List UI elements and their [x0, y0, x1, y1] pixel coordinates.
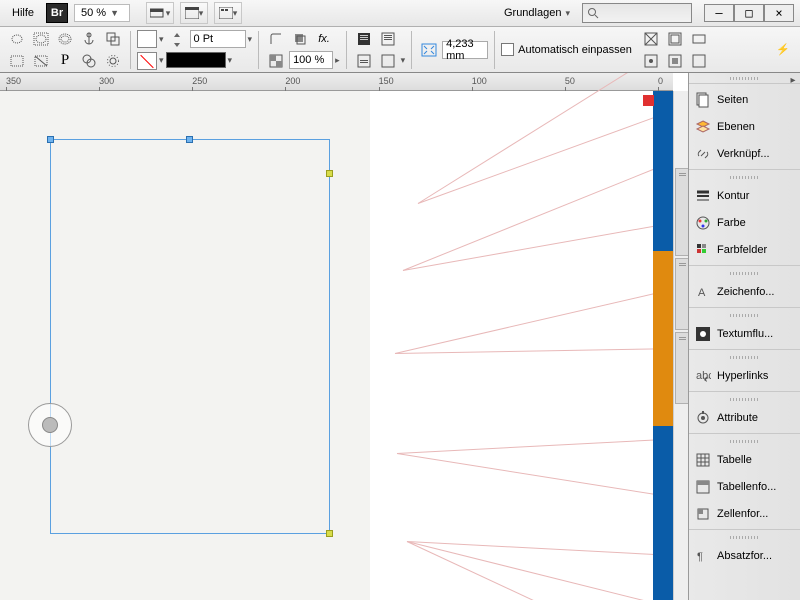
overset-marker[interactable] — [643, 95, 654, 106]
orange-strip — [653, 251, 673, 426]
panel-flyout-icon[interactable]: ▸ — [786, 73, 800, 87]
svg-text:¶: ¶ — [697, 551, 703, 563]
wrap-jump-icon[interactable] — [6, 51, 28, 71]
clear-fit-icon[interactable] — [688, 51, 710, 71]
pathfinder-icon[interactable] — [102, 29, 124, 49]
dropcap-icon[interactable]: P — [54, 51, 76, 71]
attr-icon — [695, 410, 711, 426]
links-icon — [695, 146, 711, 162]
text-frame4-icon[interactable] — [377, 51, 399, 71]
view-options-button[interactable]: ▾ — [214, 2, 242, 24]
table-icon — [695, 452, 711, 468]
panel-cell[interactable]: Zellenfor... — [689, 500, 800, 527]
selection-box[interactable] — [50, 139, 330, 534]
pages-icon — [695, 92, 711, 108]
panel-char[interactable]: AZeichenfo... — [689, 278, 800, 305]
wrap-none-icon[interactable] — [6, 29, 28, 49]
horizontal-ruler: 350300250200150100500 — [0, 73, 673, 91]
panel-swatches[interactable]: Farbfelder — [689, 236, 800, 263]
hyper-icon: abc — [695, 368, 711, 384]
panel-tstyle[interactable]: Tabellenfo... — [689, 473, 800, 500]
panel-pages[interactable]: Seiten — [689, 86, 800, 113]
work-area: 350300250200150100500 ▸ SeitenE — [0, 73, 800, 600]
quick-apply-icon[interactable]: ⚡ — [772, 40, 794, 60]
swatches-icon — [695, 242, 711, 258]
text-frame3-icon[interactable] — [353, 51, 375, 71]
opacity-icon[interactable] — [265, 51, 287, 71]
wrap-icon — [695, 326, 711, 342]
menu-help[interactable]: Hilfe — [6, 4, 40, 22]
dock-tab-2[interactable] — [675, 258, 688, 330]
panel-attr[interactable]: Attribute — [689, 404, 800, 431]
svg-text:abc: abc — [696, 370, 711, 382]
wrap-bbox-icon[interactable] — [30, 29, 52, 49]
cell-icon — [695, 506, 711, 522]
panel-wrap[interactable]: Textumflu... — [689, 320, 800, 347]
search-icon — [587, 7, 599, 19]
para-icon: ¶ — [695, 548, 711, 564]
panels-dock: ▸ SeitenEbenenVerknüpf... KonturFarbeFarb… — [688, 73, 800, 600]
anchor-icon[interactable] — [78, 29, 100, 49]
control-bar: P ▾ 0 Pt ▾ ▾ ▾ fx. — [0, 27, 800, 73]
stepper-icon[interactable] — [166, 30, 188, 50]
stroke-icon — [695, 188, 711, 204]
size-input[interactable]: 4,233 mm — [442, 41, 488, 59]
gear-icon[interactable] — [102, 51, 124, 71]
zoom-combo[interactable]: 50 %▼ — [74, 4, 130, 22]
menu-bar: Hilfe Br 50 %▼ ▾ ▾ ▾ Grundlagen▾ — □ × — [0, 0, 800, 27]
svg-text:A: A — [698, 287, 706, 299]
panel-para[interactable]: ¶Absatzfor... — [689, 542, 800, 569]
bridge-button[interactable]: Br — [46, 3, 68, 23]
layers-icon — [695, 119, 711, 135]
fit-icon[interactable] — [418, 40, 440, 60]
arrange-button[interactable]: ▾ — [180, 2, 208, 24]
dock-tab-3[interactable] — [675, 332, 688, 404]
text-frame2-icon[interactable] — [377, 29, 399, 49]
panel-layers[interactable]: Ebenen — [689, 113, 800, 140]
maximize-button[interactable]: □ — [734, 4, 764, 22]
search-input[interactable] — [582, 3, 692, 23]
wrap-shape-icon[interactable] — [54, 29, 76, 49]
fit-content-icon[interactable] — [640, 29, 662, 49]
screen-mode-button[interactable]: ▾ — [146, 2, 174, 24]
fit-prop-icon[interactable] — [688, 29, 710, 49]
char-icon: A — [695, 284, 711, 300]
dock-tab-1[interactable] — [675, 168, 688, 256]
corner-icon[interactable] — [265, 29, 287, 49]
tstyle-icon — [695, 479, 711, 495]
color-icon — [695, 215, 711, 231]
minimize-button[interactable]: — — [704, 4, 734, 22]
center-icon[interactable] — [640, 51, 662, 71]
fit-frame-icon[interactable] — [664, 29, 686, 49]
pathfinder2-icon[interactable] — [78, 51, 100, 71]
canvas[interactable]: 350300250200150100500 — [0, 73, 688, 600]
panel-stroke[interactable]: Kontur — [689, 182, 800, 209]
stroke-swatch[interactable] — [137, 52, 157, 70]
panel-links[interactable]: Verknüpf... — [689, 140, 800, 167]
fx-icon[interactable]: fx. — [313, 29, 335, 49]
close-button[interactable]: × — [764, 4, 794, 22]
autofit-checkbox[interactable]: Automatisch einpassen — [501, 43, 632, 56]
opacity-input[interactable]: 100 % — [289, 51, 333, 69]
stroke-weight-input[interactable]: 0 Pt — [190, 30, 246, 48]
panel-color[interactable]: Farbe — [689, 209, 800, 236]
stroke-style[interactable] — [166, 52, 226, 68]
panel-hyper[interactable]: abcHyperlinks — [689, 362, 800, 389]
cursor-indicator — [28, 403, 72, 447]
panel-table[interactable]: Tabelle — [689, 446, 800, 473]
workspace-switcher[interactable]: Grundlagen▾ — [498, 4, 576, 22]
text-frame1-icon[interactable] — [353, 29, 375, 49]
fill-frame-icon[interactable] — [664, 51, 686, 71]
fill-swatch[interactable] — [137, 30, 157, 48]
wrap-col-icon[interactable] — [30, 51, 52, 71]
effects-icon[interactable] — [289, 29, 311, 49]
